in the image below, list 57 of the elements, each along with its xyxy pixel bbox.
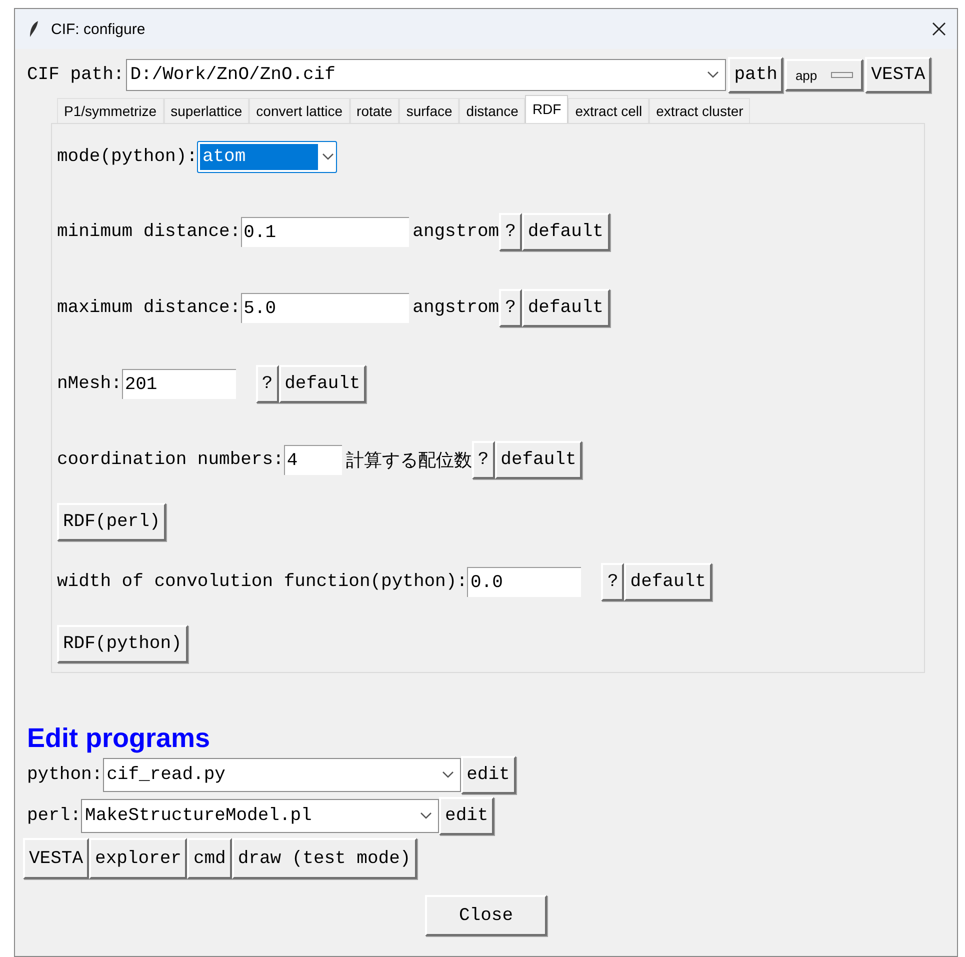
tab[interactable]: RDF: [525, 95, 568, 123]
help-button[interactable]: ?: [601, 563, 624, 601]
close-button[interactable]: Close: [425, 895, 547, 936]
input-field[interactable]: 201: [122, 369, 236, 399]
help-button[interactable]: ?: [499, 213, 522, 251]
close-icon[interactable]: [931, 21, 947, 37]
default-button[interactable]: default: [522, 213, 610, 251]
tab[interactable]: convert lattice: [249, 98, 350, 123]
field-label: maximum distance:: [57, 298, 241, 318]
unit-label: angstrom: [412, 222, 500, 242]
field-label: width of convolution function(python):: [57, 572, 468, 592]
default-button[interactable]: default: [522, 289, 610, 327]
tool-button[interactable]: cmd: [187, 838, 232, 879]
rdf-button[interactable]: RDF(python): [57, 625, 188, 663]
help-button[interactable]: ?: [499, 289, 522, 327]
feather-icon: [29, 20, 39, 38]
tab[interactable]: superlattice: [164, 98, 250, 123]
app-menu-button[interactable]: app: [785, 59, 864, 91]
unit-label: angstrom: [412, 298, 500, 318]
default-button[interactable]: default: [494, 441, 582, 479]
default-button[interactable]: default: [624, 563, 712, 601]
field-label: mode(python):: [57, 147, 198, 167]
program-combobox[interactable]: MakeStructureModel.pl: [81, 798, 440, 832]
edit-button[interactable]: edit: [460, 756, 516, 794]
field-label: CIF path:: [27, 65, 124, 85]
path-button[interactable]: path: [728, 57, 784, 93]
field-label: perl:: [27, 806, 82, 826]
tool-button[interactable]: explorer: [89, 838, 188, 879]
help-button[interactable]: ?: [472, 441, 495, 479]
input-field[interactable]: 0.0: [467, 567, 582, 597]
window-title: CIF: configure: [51, 20, 146, 38]
tab[interactable]: extract cluster: [649, 98, 750, 123]
tool-button[interactable]: draw (test mode): [232, 838, 417, 879]
tab[interactable]: surface: [399, 98, 460, 123]
field-label: nMesh:: [57, 374, 122, 394]
indicator-icon: [831, 72, 854, 78]
program-combobox[interactable]: cif_read.py: [102, 758, 461, 792]
input-field[interactable]: 4: [284, 445, 342, 475]
unit-label: 計算する配位数: [346, 450, 472, 472]
input-field[interactable]: 5.0: [240, 293, 409, 323]
mode-dropdown[interactable]: atom: [197, 141, 338, 173]
edit-button[interactable]: edit: [439, 796, 494, 834]
rdf-button[interactable]: RDF(perl): [57, 503, 166, 541]
field-label: minimum distance:: [57, 222, 241, 242]
tab[interactable]: extract cell: [568, 98, 650, 123]
tab[interactable]: P1/symmetrize: [57, 98, 164, 123]
vesta-button[interactable]: VESTA: [865, 57, 932, 93]
field-label: coordination numbers:: [57, 450, 284, 470]
tool-button[interactable]: VESTA: [23, 838, 90, 879]
tab[interactable]: distance: [459, 98, 526, 123]
section-heading: Edit programs: [27, 723, 212, 754]
default-button[interactable]: default: [278, 365, 366, 403]
field-label: python:: [27, 764, 103, 784]
input-field[interactable]: 0.1: [240, 217, 409, 247]
path-combobox[interactable]: D:/Work/ZnO/ZnO.cif: [126, 59, 726, 91]
tab[interactable]: rotate: [350, 98, 400, 123]
help-button[interactable]: ?: [256, 365, 279, 403]
